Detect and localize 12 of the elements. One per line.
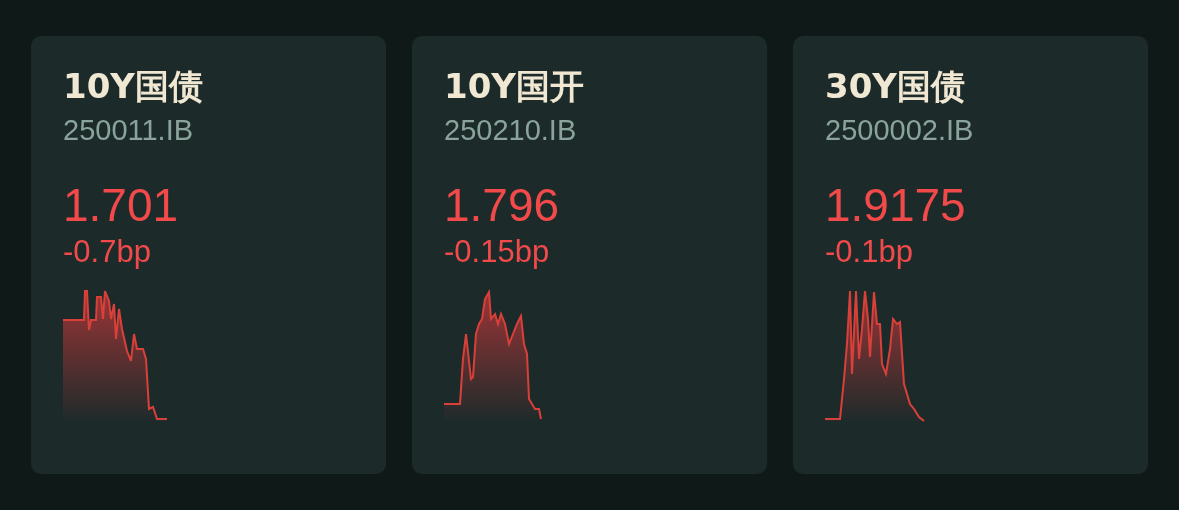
yield-change: -0.1bp xyxy=(825,233,913,271)
bond-name: 10Y国债 xyxy=(63,65,203,108)
bond-code: 250210.IB xyxy=(444,113,577,148)
yield-change: -0.7bp xyxy=(63,233,151,271)
bond-code: 2500002.IB xyxy=(825,113,974,148)
bond-code: 250011.IB xyxy=(63,113,194,148)
yield-value: 1.701 xyxy=(63,178,179,232)
yield-value: 1.796 xyxy=(444,178,560,232)
yield-change: -0.15bp xyxy=(444,233,550,271)
bond-name: 30Y国债 xyxy=(825,65,965,108)
bond-name: 10Y国开 xyxy=(444,65,584,108)
yield-value: 1.9175 xyxy=(825,178,966,232)
